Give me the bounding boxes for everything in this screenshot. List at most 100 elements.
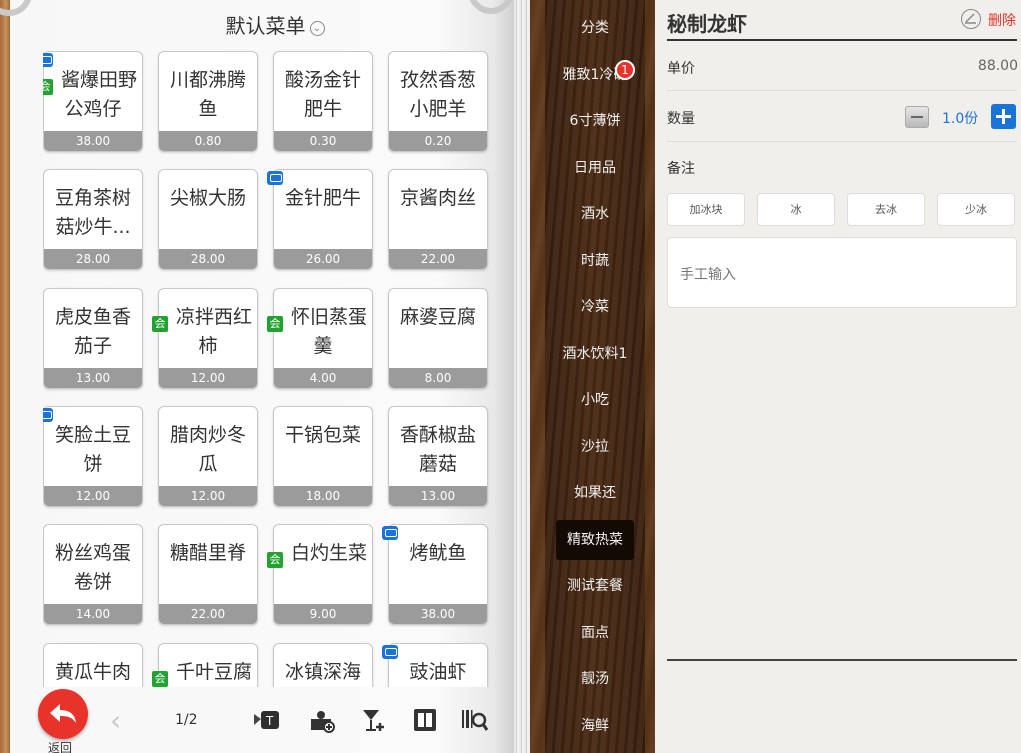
dish-name: 笑脸土豆饼: [54, 424, 131, 475]
dish-card[interactable]: 京酱肉丝 22.00: [388, 169, 488, 270]
delete-icon[interactable]: [961, 9, 981, 29]
dish-card[interactable]: 尖椒大肠 28.00: [158, 169, 258, 270]
table-order-icon[interactable]: T: [252, 705, 282, 735]
category-item[interactable]: 6寸薄饼: [545, 101, 645, 141]
category-item[interactable]: 日用品: [545, 148, 645, 188]
dish-price: 4.00: [274, 368, 372, 388]
dish-price: 13.00: [389, 486, 487, 506]
increase-quantity-button[interactable]: [991, 104, 1016, 129]
category-item[interactable]: 小吃: [545, 380, 645, 420]
remark-option[interactable]: 冰: [757, 193, 835, 226]
add-drink-icon[interactable]: [358, 705, 388, 735]
category-item[interactable]: 测试套餐: [545, 566, 645, 606]
category-item[interactable]: 如果还: [545, 473, 645, 513]
member-price-badge: 会: [152, 316, 168, 332]
dish-price: 22.00: [389, 249, 487, 269]
dish-price: 28.00: [159, 249, 257, 269]
row-divider: [667, 141, 1017, 142]
dish-name: 金针肥牛: [284, 187, 361, 209]
dish-price: 8.00: [389, 368, 487, 388]
chat-icon: [267, 171, 283, 185]
menu-book-icon[interactable]: [410, 705, 440, 735]
unit-price-label: 单价: [667, 61, 695, 77]
dish-card[interactable]: 酸汤金针肥牛 0.30: [273, 51, 373, 152]
dish-price: 18.00: [274, 486, 372, 506]
dish-card[interactable]: 孜然香葱小肥羊 0.20: [388, 51, 488, 152]
remark-option[interactable]: 去冰: [847, 193, 925, 226]
dish-card[interactable]: 麻婆豆腐 8.00: [388, 288, 488, 389]
chat-icon: [382, 645, 398, 659]
add-dish-icon[interactable]: [307, 705, 337, 735]
member-price-badge: 会: [267, 316, 283, 332]
chevron-left-icon[interactable]: ‹: [110, 704, 121, 737]
title-divider: [667, 39, 1017, 41]
member-price-badge: 会: [152, 671, 168, 687]
dish-card[interactable]: 川都沸腾鱼 0.80: [158, 51, 258, 152]
dish-card[interactable]: 香酥椒盐蘑菇 13.00: [388, 406, 488, 507]
dish-name: 千叶豆腐: [175, 661, 252, 683]
dish-name: 孜然香葱小肥羊: [399, 69, 476, 120]
dish-price: 38.00: [44, 131, 142, 151]
unit-price-value: 88.00: [977, 58, 1018, 74]
dish-card[interactable]: 豆角茶树菇炒牛... 28.00: [43, 169, 143, 270]
category-item[interactable]: 面点: [545, 613, 645, 653]
category-item[interactable]: 冷菜: [545, 287, 645, 327]
dish-card[interactable]: 糖醋里脊 22.00: [158, 524, 258, 625]
dish-price: 13.00: [44, 368, 142, 388]
remark-option[interactable]: 加冰块: [667, 193, 745, 226]
dish-card[interactable]: 粉丝鸡蛋卷饼 14.00: [43, 524, 143, 625]
dish-card[interactable]: 腊肉炒冬瓜 12.00: [158, 406, 258, 507]
quantity-label: 数量: [667, 111, 695, 127]
dish-name: 凉拌西红柿: [175, 306, 252, 357]
back-button[interactable]: [38, 689, 88, 739]
dish-card[interactable]: 金针肥牛 26.00: [267, 169, 373, 270]
barcode-search-icon[interactable]: [459, 705, 489, 735]
category-item[interactable]: 沙拉: [545, 427, 645, 467]
category-item[interactable]: 海鲜: [545, 706, 645, 746]
category-item[interactable]: 酒水饮料1: [545, 334, 645, 374]
dish-card[interactable]: 豉油虾: [382, 643, 488, 687]
dish-card[interactable]: 黄瓜牛肉: [43, 643, 143, 687]
dish-card[interactable]: 冰镇深海: [273, 643, 373, 687]
remark-option[interactable]: 少冰: [937, 193, 1015, 226]
category-item[interactable]: 酒水: [545, 194, 645, 234]
category-item[interactable]: 时蔬: [545, 241, 645, 281]
chat-icon: [43, 408, 53, 422]
dish-price: 28.00: [44, 249, 142, 269]
chat-icon: [382, 526, 398, 540]
dish-card[interactable]: 白灼生菜 9.00 会: [267, 524, 373, 625]
delete-button[interactable]: 删除: [988, 10, 1016, 30]
back-label: 返回: [48, 741, 73, 753]
dish-card[interactable]: 笑脸土豆饼 12.00: [43, 406, 143, 507]
dish-card[interactable]: 虎皮鱼香茄子 13.00: [43, 288, 143, 389]
quantity-value: 1.0份: [942, 111, 979, 127]
dish-price: 22.00: [159, 604, 257, 624]
dish-name: 香酥椒盐蘑菇: [399, 424, 476, 475]
dish-price: 0.20: [389, 131, 487, 151]
menu-selector[interactable]: 默认菜单 ⌄: [200, 10, 350, 39]
dish-title: 秘制龙虾: [667, 12, 747, 36]
dish-name: 川都沸腾鱼: [169, 69, 246, 120]
dish-card[interactable]: 千叶豆腐会: [152, 643, 258, 687]
dish-price: 26.00: [274, 249, 372, 269]
dish-card[interactable]: 酱爆田野公鸡仔 38.00 会: [43, 51, 143, 152]
manual-remark-input[interactable]: 手工输入: [667, 237, 1017, 308]
row-divider: [667, 90, 1017, 91]
dish-card[interactable]: 烤鱿鱼 38.00: [382, 524, 488, 625]
dish-name: 糖醋里脊: [169, 542, 246, 564]
dish-name: 腊肉炒冬瓜: [169, 424, 246, 475]
dish-card[interactable]: 凉拌西红柿 12.00 会: [152, 288, 258, 389]
dish-name: 尖椒大肠: [169, 187, 246, 209]
dish-card[interactable]: 怀旧蒸蛋羹 4.00 会: [267, 288, 373, 389]
dish-name: 白灼生菜: [290, 542, 367, 564]
category-item[interactable]: 精致热菜: [556, 519, 634, 560]
dish-detail-panel: 秘制龙虾 删除 单价 88.00 数量 1.0份 备注 加冰块 冰 去冰 少冰 …: [655, 0, 1021, 753]
dish-price: 38.00: [389, 604, 487, 624]
page-edge: [514, 0, 530, 753]
dish-card[interactable]: 干锅包菜 18.00: [273, 406, 373, 507]
decrease-quantity-button[interactable]: [905, 106, 929, 128]
category-item[interactable]: 分类: [545, 8, 645, 48]
dish-price: 0.80: [159, 131, 257, 151]
category-item[interactable]: 靓汤: [545, 659, 645, 699]
dish-name: 豆角茶树菇炒牛...: [54, 187, 131, 238]
